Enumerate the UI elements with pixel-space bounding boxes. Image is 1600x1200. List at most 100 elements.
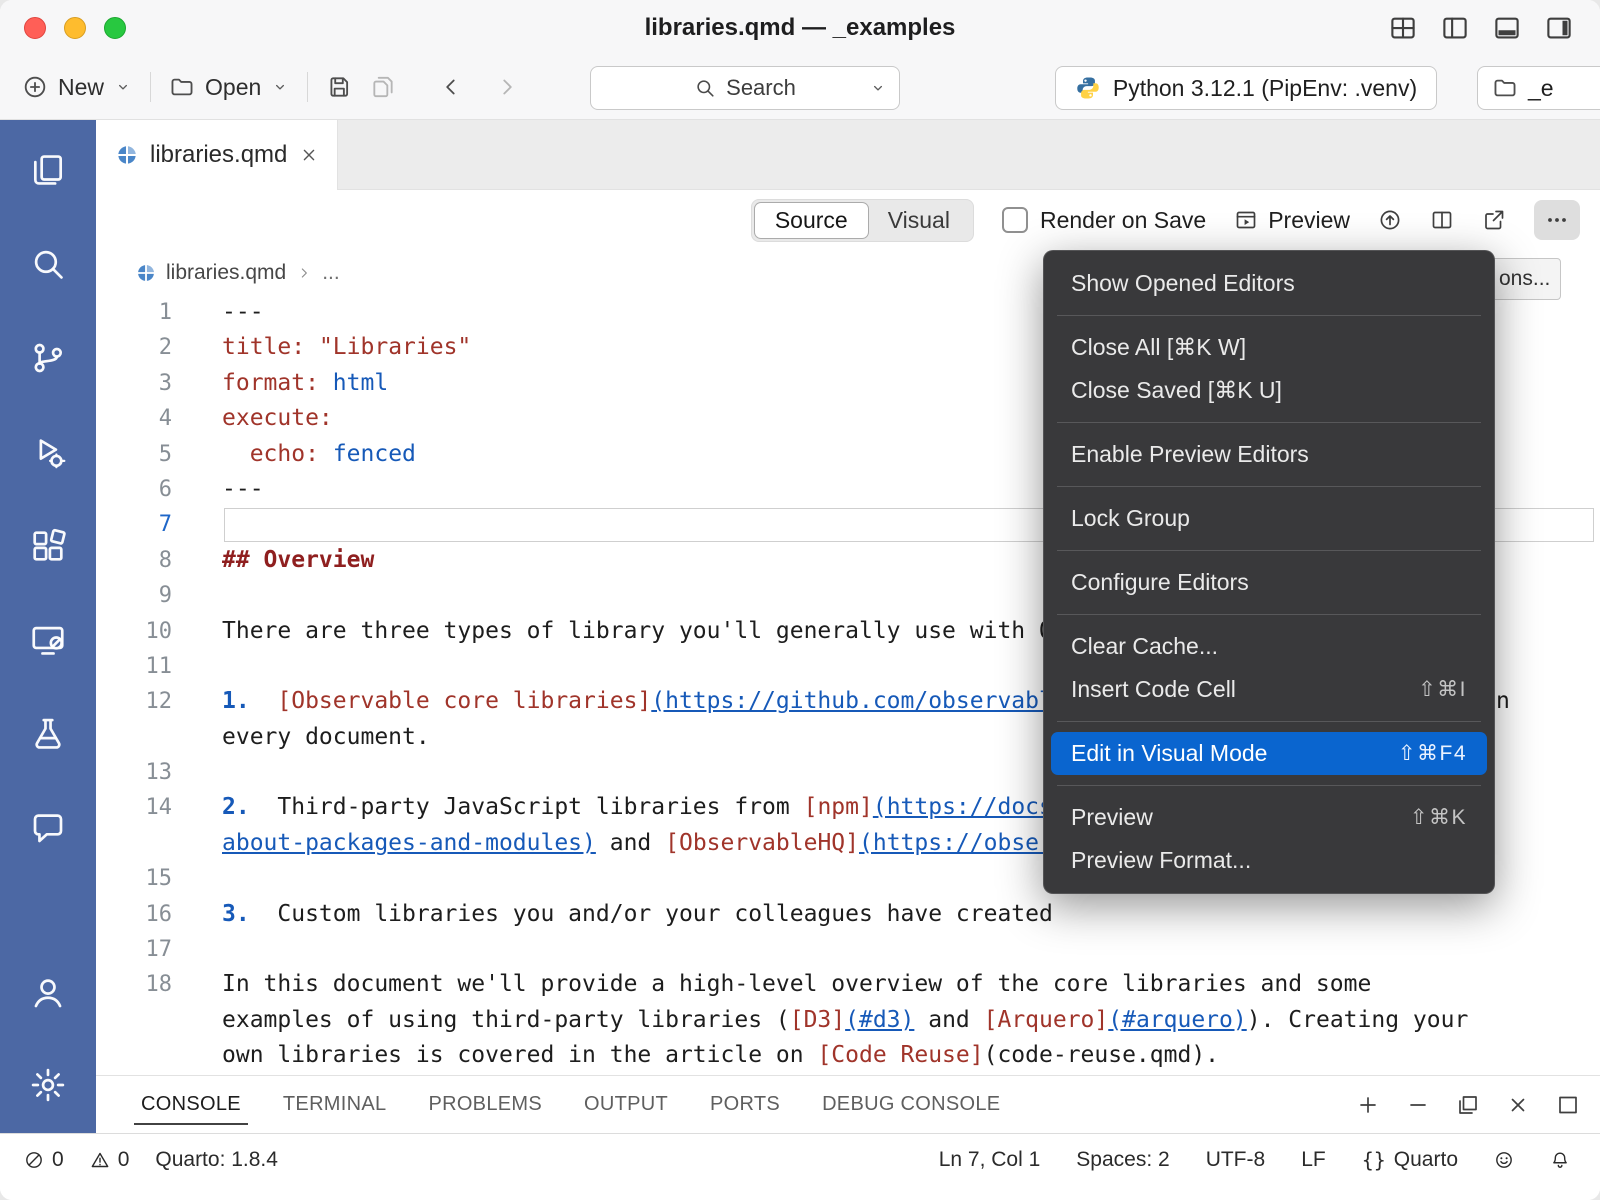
warnings-icon <box>90 1150 110 1170</box>
panel-minus-icon[interactable] <box>1406 1093 1430 1117</box>
menu-item-preview-format[interactable]: Preview Format... <box>1051 839 1487 882</box>
activity-search-icon[interactable] <box>24 240 72 288</box>
chevron-down-icon <box>869 79 887 97</box>
code-line[interactable]: 163. Custom libraries you and/or your co… <box>96 897 1600 932</box>
customize-layout-icon[interactable] <box>1388 13 1418 43</box>
menu-item-label: Lock Group <box>1071 505 1190 532</box>
activity-source-control-icon[interactable] <box>24 334 72 382</box>
code-line-text: format: html <box>222 366 388 401</box>
panel-tab-ports[interactable]: PORTS <box>689 1076 801 1133</box>
workspace-folder-icon <box>1492 75 1518 101</box>
code-line-text: title: "Libraries" <box>222 330 471 365</box>
breadcrumb-more[interactable]: ... <box>322 261 340 285</box>
more-actions-button[interactable] <box>1534 200 1580 240</box>
panel-plus-icon[interactable] <box>1356 1093 1380 1117</box>
split-editor-icon[interactable] <box>1430 208 1454 232</box>
indentation-setting[interactable]: Spaces: 2 <box>1076 1145 1169 1175</box>
tooltip-text: ons... <box>1499 267 1550 291</box>
tab-label: libraries.qmd <box>150 141 287 169</box>
panel-tab-console[interactable]: CONSOLE <box>120 1076 262 1133</box>
search-placeholder: Search <box>726 75 796 101</box>
activity-testing-icon[interactable] <box>24 710 72 758</box>
line-number: 11 <box>96 649 172 684</box>
menu-item-edit-in-visual-mode[interactable]: Edit in Visual Mode⇧⌘F4 <box>1051 732 1487 775</box>
problems-errors[interactable]: 0 <box>24 1145 64 1175</box>
menu-item-label: Show Opened Editors <box>1071 270 1295 297</box>
forward-button[interactable] <box>494 74 520 100</box>
open-in-new-window-icon[interactable] <box>1482 208 1506 232</box>
menu-item-show-opened-editors[interactable]: Show Opened Editors <box>1051 262 1487 305</box>
menu-item-clear-cache[interactable]: Clear Cache... <box>1051 625 1487 668</box>
code-line[interactable]: 18In this document we'll provide a high-… <box>96 967 1600 1002</box>
line-number: 1 <box>96 295 172 330</box>
global-search-input[interactable]: Search <box>590 66 900 110</box>
menu-item-lock-group[interactable]: Lock Group <box>1051 497 1487 540</box>
interpreter-selector[interactable]: Python 3.12.1 (PipEnv: .venv) <box>1055 66 1437 110</box>
panel-tab-problems[interactable]: PROBLEMS <box>407 1076 563 1133</box>
new-button-label: New <box>58 74 104 101</box>
titlebar: libraries.qmd — _examples <box>0 0 1600 56</box>
visual-mode-button[interactable]: Visual <box>868 203 970 238</box>
run-debug-icon <box>29 433 67 471</box>
notifications-button[interactable] <box>1550 1145 1570 1175</box>
workspace-button[interactable]: _e <box>1477 66 1600 110</box>
publish-icon[interactable] <box>1378 208 1402 232</box>
save-button[interactable] <box>326 74 352 100</box>
code-line[interactable]: 17 <box>96 932 1600 967</box>
line-number: 3 <box>96 366 172 401</box>
line-number: 2 <box>96 330 172 365</box>
problems-warnings[interactable]: 0 <box>90 1145 130 1175</box>
plus-circle-icon <box>22 74 48 100</box>
preview-icon <box>1234 208 1258 232</box>
source-mode-button[interactable]: Source <box>755 203 868 238</box>
back-button[interactable] <box>438 74 464 100</box>
encoding-setting[interactable]: UTF-8 <box>1206 1145 1266 1175</box>
render-on-save-toggle[interactable]: Render on Save <box>1002 207 1206 234</box>
activity-chat-icon[interactable] <box>24 804 72 852</box>
open-button[interactable]: Open <box>169 74 289 101</box>
menu-item-close-all-k-w[interactable]: Close All [⌘K W] <box>1051 326 1487 369</box>
activity-extensions-icon[interactable] <box>24 522 72 570</box>
panel-maximize-panel-icon[interactable] <box>1556 1093 1580 1117</box>
activity-settings-gear-icon[interactable] <box>24 1061 72 1109</box>
line-number: 5 <box>96 437 172 472</box>
activity-account-icon[interactable] <box>24 969 72 1017</box>
menu-item-insert-code-cell[interactable]: Insert Code Cell⇧⌘I <box>1051 668 1487 711</box>
preview-button[interactable]: Preview <box>1234 207 1350 234</box>
status-bar: 0 0 Quarto: 1.8.4 Ln 7, Col 1 Spaces: 2 … <box>0 1133 1600 1200</box>
new-button[interactable]: New <box>22 74 132 101</box>
activity-sessions-icon[interactable] <box>24 616 72 664</box>
language-label: Quarto <box>1394 1148 1458 1172</box>
render-on-save-checkbox[interactable] <box>1002 207 1028 233</box>
menu-item-preview[interactable]: Preview⇧⌘K <box>1051 796 1487 839</box>
cursor-position[interactable]: Ln 7, Col 1 <box>939 1145 1041 1175</box>
feedback-button[interactable] <box>1494 1145 1514 1175</box>
panel-tab-debug-console[interactable]: DEBUG CONSOLE <box>801 1076 1021 1133</box>
toggle-secondary-sidebar-icon[interactable] <box>1544 13 1574 43</box>
warnings-count: 0 <box>118 1148 130 1172</box>
sessions-icon <box>29 621 67 659</box>
panel-close-icon[interactable] <box>1506 1093 1530 1117</box>
panel-tab-terminal[interactable]: TERMINAL <box>262 1076 408 1133</box>
breadcrumb-file[interactable]: libraries.qmd <box>166 261 286 285</box>
code-line[interactable]: examples of using third-party libraries … <box>96 1003 1600 1038</box>
activity-run-debug-icon[interactable] <box>24 428 72 476</box>
panel-tab-output[interactable]: OUTPUT <box>563 1076 689 1133</box>
language-mode[interactable]: {} Quarto <box>1362 1145 1458 1175</box>
menu-item-enable-preview-editors[interactable]: Enable Preview Editors <box>1051 433 1487 476</box>
chat-icon <box>29 809 67 847</box>
menu-item-configure-editors[interactable]: Configure Editors <box>1051 561 1487 604</box>
menu-item-label: Enable Preview Editors <box>1071 441 1309 468</box>
eol-setting[interactable]: LF <box>1301 1145 1326 1175</box>
activity-explorer-icon[interactable] <box>24 146 72 194</box>
code-line[interactable]: own libraries is covered in the article … <box>96 1038 1600 1073</box>
toggle-primary-sidebar-icon[interactable] <box>1440 13 1470 43</box>
panel-restore-panel-icon[interactable] <box>1456 1093 1480 1117</box>
tab-close-icon[interactable] <box>299 145 319 165</box>
menu-item-close-saved-k-u[interactable]: Close Saved [⌘K U] <box>1051 369 1487 412</box>
menu-item-label: Clear Cache... <box>1071 633 1218 660</box>
tab-libraries-qmd[interactable]: libraries.qmd <box>96 120 338 190</box>
save-all-button[interactable] <box>370 74 396 100</box>
quarto-version[interactable]: Quarto: 1.8.4 <box>155 1145 278 1175</box>
toggle-panel-icon[interactable] <box>1492 13 1522 43</box>
